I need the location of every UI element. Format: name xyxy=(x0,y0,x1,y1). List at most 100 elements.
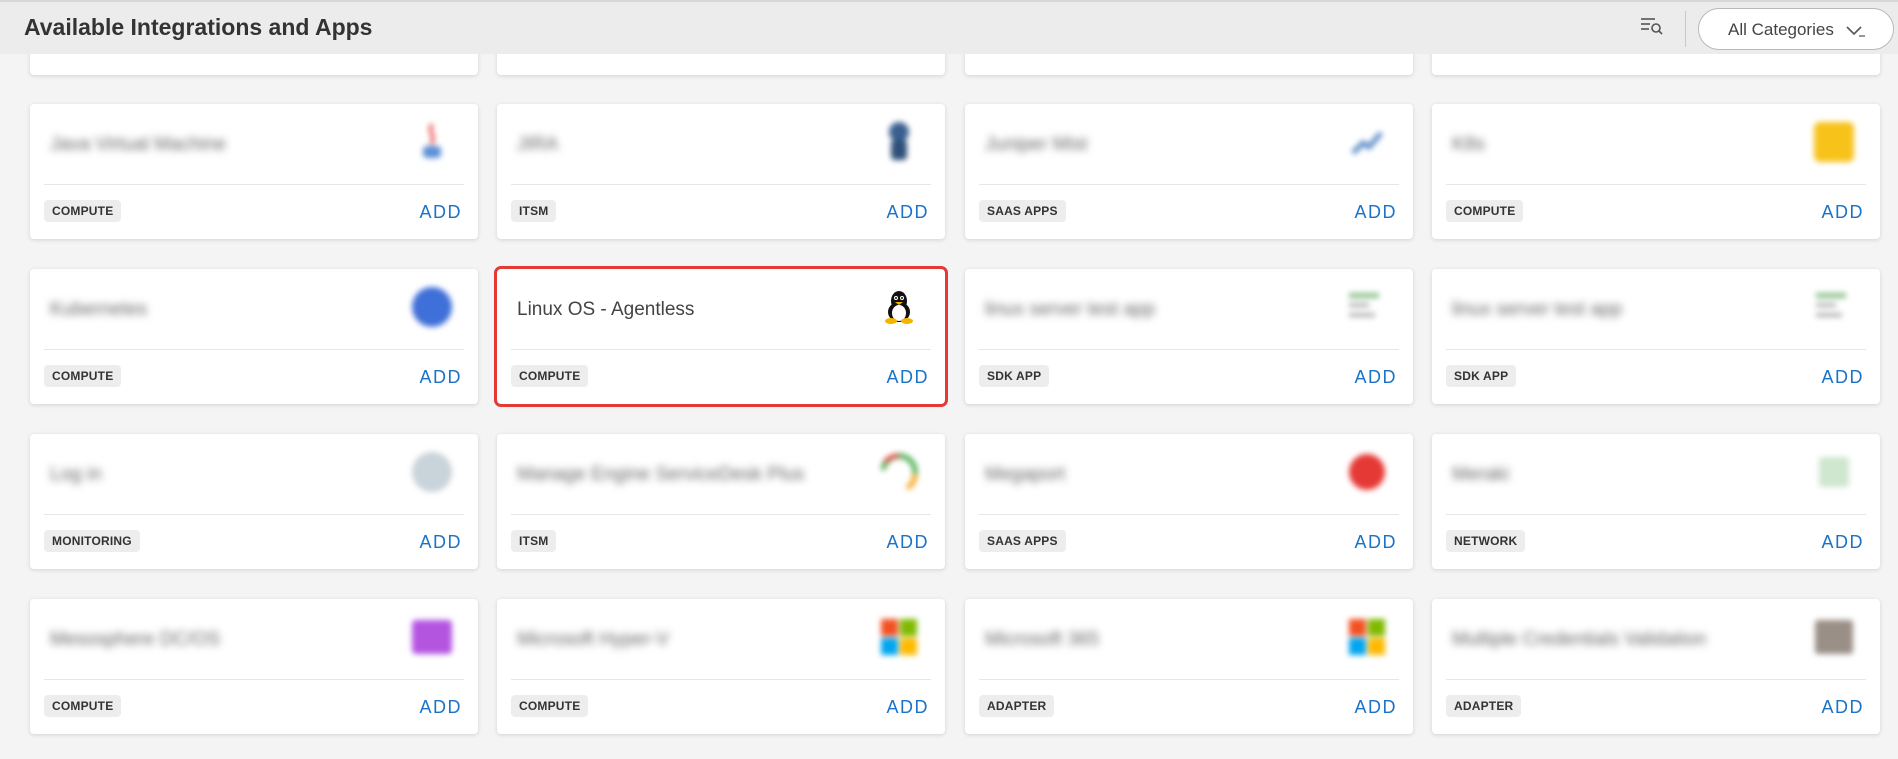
card-title: JIRA xyxy=(517,134,559,155)
card-divider xyxy=(1446,679,1866,680)
category-badge: SAAS APPS xyxy=(979,200,1066,222)
card-title: Juniper Mist xyxy=(985,134,1088,155)
integration-card-hyper-v[interactable]: Microsoft Hyper-V COMPUTE ADD xyxy=(497,599,945,734)
card-divider xyxy=(44,349,464,350)
credentials-icon xyxy=(1812,615,1856,659)
microsoft-icon xyxy=(877,615,921,659)
card-divider xyxy=(44,514,464,515)
card-divider xyxy=(1446,514,1866,515)
integration-card-linux-server-test-app[interactable]: linux server test app SDK APP ADD xyxy=(965,269,1413,404)
category-badge: SAAS APPS xyxy=(979,530,1066,552)
add-button[interactable]: ADD xyxy=(1821,202,1864,223)
chevron-down-icon xyxy=(1845,23,1867,39)
card-title: Microsoft Hyper-V xyxy=(517,629,670,650)
card-divider xyxy=(1446,184,1866,185)
integration-card-k8s[interactable]: K8s COMPUTE ADD xyxy=(1432,104,1880,239)
category-badge: ADAPTER xyxy=(1446,695,1522,717)
integration-card-microsoft-365[interactable]: Microsoft 365 ADAPTER ADD xyxy=(965,599,1413,734)
add-button[interactable]: ADD xyxy=(1354,532,1397,553)
card-divider xyxy=(511,679,931,680)
integration-card-linux-os-agentless[interactable]: Linux OS - Agentless COMPUTE ADD xyxy=(494,266,948,407)
add-button[interactable]: ADD xyxy=(1354,697,1397,718)
add-button[interactable]: ADD xyxy=(419,532,462,553)
card-divider xyxy=(979,514,1399,515)
category-select[interactable]: All Categories xyxy=(1698,8,1894,50)
category-badge: COMPUTE xyxy=(1446,200,1524,222)
integration-card-meraki[interactable]: Meraki NETWORK ADD xyxy=(1432,434,1880,569)
card-divider xyxy=(511,349,931,350)
kubernetes-icon xyxy=(410,285,454,329)
integration-card-manage-engine[interactable]: Manage Engine ServiceDesk Plus ITSM ADD xyxy=(497,434,945,569)
integration-card-kubernetes[interactable]: Kubernetes COMPUTE ADD xyxy=(30,269,478,404)
mesosphere-icon xyxy=(410,615,454,659)
add-button[interactable]: ADD xyxy=(419,367,462,388)
category-badge: SDK APP xyxy=(979,365,1050,387)
jira-icon xyxy=(877,120,921,164)
juniper-icon xyxy=(1345,120,1389,164)
integration-card-mesosphere[interactable]: Mesosphere DC/OS COMPUTE ADD xyxy=(30,599,478,734)
k8s-icon xyxy=(1812,120,1856,164)
card-title: linux server test app xyxy=(985,299,1156,320)
integration-card-login[interactable]: Log in MONITORING ADD xyxy=(30,434,478,569)
manageengine-icon xyxy=(877,450,921,494)
category-badge: COMPUTE xyxy=(44,365,122,387)
card-title: Multiple Credentials Validation xyxy=(1452,629,1707,650)
category-badge: NETWORK xyxy=(1446,530,1526,552)
add-button[interactable]: ADD xyxy=(419,697,462,718)
category-badge: ITSM xyxy=(511,530,557,552)
page-title: Available Integrations and Apps xyxy=(24,14,373,40)
category-badge: MONITORING xyxy=(44,530,140,552)
integration-card-megaport[interactable]: Megaport SAAS APPS ADD xyxy=(965,434,1413,569)
card-title: Megaport xyxy=(985,464,1066,485)
add-button[interactable]: ADD xyxy=(886,697,929,718)
add-button[interactable]: ADD xyxy=(1821,367,1864,388)
header-divider xyxy=(1685,11,1686,47)
card-title: Kubernetes xyxy=(50,299,148,320)
card-title: Mesosphere DC/OS xyxy=(50,629,221,650)
card-title: Java Virtual Machine xyxy=(50,134,227,155)
integration-card-linux-server-test-app-2[interactable]: linux server test app SDK APP ADD xyxy=(1432,269,1880,404)
add-button[interactable]: ADD xyxy=(886,202,929,223)
microsoft-icon xyxy=(1345,615,1389,659)
card-divider xyxy=(511,184,931,185)
category-badge: SDK APP xyxy=(1446,365,1517,387)
integration-card-java[interactable]: Java Virtual Machine COMPUTE ADD xyxy=(30,104,478,239)
card-title: Meraki xyxy=(1452,464,1510,485)
integration-card-multiple-credentials[interactable]: Multiple Credentials Validation ADAPTER … xyxy=(1432,599,1880,734)
card-title: Manage Engine ServiceDesk Plus xyxy=(517,464,805,485)
card-title: Microsoft 365 xyxy=(985,629,1100,650)
linux-tux-icon xyxy=(877,285,921,329)
add-button[interactable]: ADD xyxy=(886,532,929,553)
filter-search-button[interactable] xyxy=(1638,14,1666,42)
card-divider xyxy=(511,514,931,515)
category-badge: ITSM xyxy=(511,200,557,222)
integrations-grid: Java Virtual Machine COMPUTE ADD JIRA IT… xyxy=(0,0,1898,759)
card-title: K8s xyxy=(1452,134,1485,155)
add-button[interactable]: ADD xyxy=(1354,202,1397,223)
login-icon xyxy=(410,450,454,494)
filter-search-icon xyxy=(1640,16,1664,41)
sdk-app-icon xyxy=(1345,285,1389,329)
category-badge: COMPUTE xyxy=(511,365,589,387)
add-button[interactable]: ADD xyxy=(886,367,929,388)
integration-card-jira[interactable]: JIRA ITSM ADD xyxy=(497,104,945,239)
category-badge: COMPUTE xyxy=(44,200,122,222)
add-button[interactable]: ADD xyxy=(419,202,462,223)
card-title: Linux OS - Agentless xyxy=(517,299,695,320)
add-button[interactable]: ADD xyxy=(1821,532,1864,553)
card-title: Log in xyxy=(50,464,102,485)
card-divider xyxy=(1446,349,1866,350)
add-button[interactable]: ADD xyxy=(1354,367,1397,388)
card-divider xyxy=(979,679,1399,680)
category-badge: COMPUTE xyxy=(44,695,122,717)
card-divider xyxy=(44,184,464,185)
java-icon xyxy=(410,120,454,164)
integrations-page: Java Virtual Machine COMPUTE ADD JIRA IT… xyxy=(0,0,1898,759)
card-divider xyxy=(979,349,1399,350)
card-title: linux server test app xyxy=(1452,299,1623,320)
add-button[interactable]: ADD xyxy=(1821,697,1864,718)
card-divider xyxy=(979,184,1399,185)
integration-card-juniper[interactable]: Juniper Mist SAAS APPS ADD xyxy=(965,104,1413,239)
meraki-icon xyxy=(1812,450,1856,494)
category-badge: ADAPTER xyxy=(979,695,1055,717)
